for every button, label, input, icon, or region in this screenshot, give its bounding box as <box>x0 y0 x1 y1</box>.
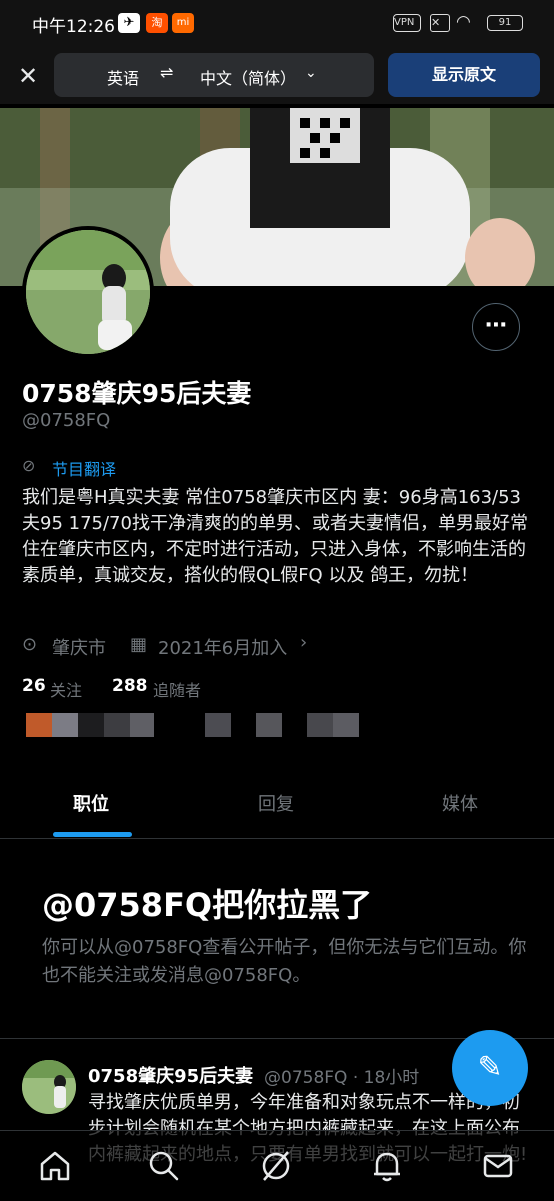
search-icon[interactable] <box>146 1148 182 1184</box>
target-language[interactable]: 中文（简体） <box>200 65 296 89</box>
tweet-avatar-image <box>22 1060 76 1114</box>
more-options-icon[interactable]: ⋯ <box>472 303 520 351</box>
tab-replies[interactable]: 回复 <box>258 790 294 816</box>
tweet-avatar[interactable] <box>22 1060 76 1114</box>
calendar-icon: ▦ <box>130 634 148 655</box>
active-tab-indicator <box>53 832 132 837</box>
source-language[interactable]: 英语 <box>107 65 139 89</box>
wifi-icon: ◠ <box>456 12 471 32</box>
mi-icon: mi <box>172 13 194 33</box>
tweet-author-name[interactable]: 0758肇庆95后夫妻 <box>88 1062 253 1088</box>
followed-by-avatar[interactable] <box>333 713 359 737</box>
followed-by-avatar[interactable] <box>26 713 52 737</box>
show-original-button[interactable]: 显示原文 <box>388 53 540 97</box>
grok-icon[interactable] <box>258 1148 294 1184</box>
location-icon: ⊙ <box>22 634 38 655</box>
translate-bio-link[interactable]: 节目翻译 <box>52 456 116 480</box>
chevron-right-icon[interactable]: › <box>300 632 307 653</box>
close-icon[interactable]: ✕ <box>14 62 42 90</box>
chevron-down-icon[interactable]: ⌄ <box>305 65 317 81</box>
profile-location: 肇庆市 <box>52 638 106 659</box>
blocked-title: @0758FQ把你拉黑了 <box>42 886 373 924</box>
notifications-icon[interactable] <box>369 1148 405 1184</box>
followed-by-avatar[interactable] <box>104 713 130 737</box>
followers-label[interactable]: 追随者 <box>153 677 201 701</box>
translate-icon: ⊘ <box>22 456 36 475</box>
tab-media[interactable]: 媒体 <box>442 790 478 816</box>
followed-by-avatar[interactable] <box>205 713 231 737</box>
followed-by-avatar[interactable] <box>52 713 78 737</box>
following-label[interactable]: 关注 <box>50 677 82 701</box>
app-notification-icon: ✈ <box>118 13 140 33</box>
status-time: 中午12:26 <box>32 17 115 37</box>
followed-by-avatar[interactable] <box>130 713 154 737</box>
compose-button[interactable]: ✎ <box>452 1030 528 1106</box>
followed-by-avatar[interactable] <box>307 713 333 737</box>
followers-count[interactable]: 288 <box>112 676 148 696</box>
vpn-icon: VPN <box>393 14 421 32</box>
followed-by-avatar[interactable] <box>78 713 104 737</box>
tabs-divider <box>0 838 554 839</box>
profile-joined-date[interactable]: 2021年6月加入 <box>158 634 287 660</box>
messages-icon[interactable] <box>480 1148 516 1184</box>
status-bar: 中午12:26 ✈ 淘 mi VPN ✕ ◠ 91 <box>0 0 554 48</box>
following-count[interactable]: 26 <box>22 676 46 696</box>
tweet-handle-time[interactable]: @0758FQ · 18小时 <box>264 1063 419 1088</box>
followed-by-avatar[interactable] <box>256 713 282 737</box>
avatar-image <box>26 230 150 354</box>
blocked-description: 你可以从@0758FQ查看公开帖子，但你无法与它们互动。你也不能关注或发消息@0… <box>42 937 527 986</box>
swap-languages-icon[interactable]: ⇌ <box>160 63 173 82</box>
display-name: 0758肇庆95后夫妻 <box>22 379 252 408</box>
home-icon[interactable] <box>37 1148 73 1184</box>
battery-icon: 91 <box>487 15 523 31</box>
profile-bio: 我们是粤H真实夫妻 常住0758肇庆市区内 妻：96身高163/53 夫95 1… <box>22 487 528 586</box>
tab-posts[interactable]: 职位 <box>73 790 109 816</box>
profile-avatar[interactable] <box>22 226 154 358</box>
taobao-icon: 淘 <box>146 13 168 33</box>
profile-handle: @0758FQ <box>22 410 111 431</box>
compose-icon: ✎ <box>477 1050 503 1085</box>
no-sim-icon: ✕ <box>430 14 450 32</box>
